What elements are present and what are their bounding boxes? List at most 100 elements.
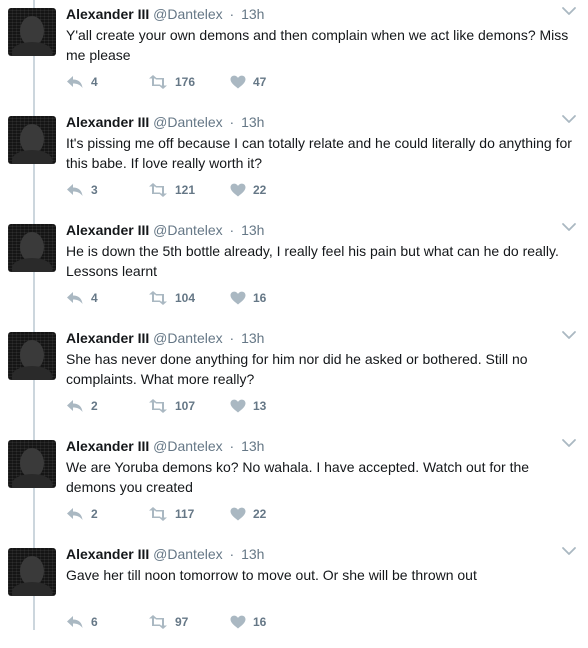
reply-button[interactable]: 4 bbox=[66, 291, 148, 305]
chevron-down-icon[interactable] bbox=[560, 220, 578, 234]
reply-button[interactable]: 4 bbox=[66, 75, 148, 89]
reply-icon bbox=[67, 76, 83, 88]
avatar[interactable] bbox=[8, 224, 56, 272]
tweet-timestamp[interactable]: 13h bbox=[241, 330, 264, 346]
tweet-actions: 2 117 22 bbox=[66, 504, 310, 524]
like-button[interactable]: 13 bbox=[230, 399, 310, 413]
chevron-down-icon[interactable] bbox=[560, 328, 578, 342]
tweet-timestamp[interactable]: 13h bbox=[241, 438, 264, 454]
user-handle[interactable]: @Dantelex bbox=[153, 546, 222, 562]
chevron-down-icon[interactable] bbox=[560, 112, 578, 126]
tweet-actions: 4 176 47 bbox=[66, 72, 310, 92]
display-name[interactable]: Alexander III bbox=[66, 6, 149, 22]
user-handle[interactable]: @Dantelex bbox=[153, 438, 222, 454]
retweet-button[interactable]: 176 bbox=[148, 75, 230, 89]
chevron-down-icon[interactable] bbox=[560, 544, 578, 558]
display-name[interactable]: Alexander III bbox=[66, 114, 149, 130]
tweet-timestamp[interactable]: 13h bbox=[241, 6, 264, 22]
separator-dot: · bbox=[229, 330, 235, 346]
tweet-header: Alexander III @Dantelex · 13h bbox=[66, 437, 264, 455]
retweet-count: 107 bbox=[175, 399, 196, 413]
separator-dot: · bbox=[229, 114, 235, 130]
like-button[interactable]: 22 bbox=[230, 183, 310, 197]
user-handle[interactable]: @Dantelex bbox=[153, 222, 222, 238]
reply-count: 4 bbox=[91, 291, 98, 305]
avatar[interactable] bbox=[8, 440, 56, 488]
reply-button[interactable]: 6 bbox=[66, 615, 148, 629]
like-count: 22 bbox=[253, 507, 267, 521]
user-handle[interactable]: @Dantelex bbox=[153, 6, 222, 22]
like-count: 47 bbox=[253, 75, 267, 89]
reply-count: 6 bbox=[91, 615, 98, 629]
tweet[interactable]: Alexander III @Dantelex · 13h He is down… bbox=[0, 216, 588, 324]
retweet-count: 104 bbox=[175, 291, 196, 305]
reply-button[interactable]: 2 bbox=[66, 399, 148, 413]
separator-dot: · bbox=[229, 222, 235, 238]
retweet-icon bbox=[149, 507, 167, 521]
tweet-header: Alexander III @Dantelex · 13h bbox=[66, 113, 264, 131]
tweet-timestamp[interactable]: 13h bbox=[241, 222, 264, 238]
retweet-count: 117 bbox=[175, 507, 195, 521]
retweet-button[interactable]: 104 bbox=[148, 291, 230, 305]
retweet-count: 121 bbox=[175, 183, 196, 197]
heart-icon bbox=[230, 399, 246, 413]
tweet-header: Alexander III @Dantelex · 13h bbox=[66, 221, 264, 239]
like-count: 13 bbox=[253, 399, 267, 413]
display-name[interactable]: Alexander III bbox=[66, 438, 149, 454]
tweet-actions: 6 97 16 bbox=[66, 612, 310, 632]
reply-button[interactable]: 2 bbox=[66, 507, 148, 521]
tweet-text: Gave her till noon tomorrow to move out.… bbox=[66, 567, 477, 583]
tweet[interactable]: Alexander III @Dantelex · 13h Gave her t… bbox=[0, 540, 588, 648]
like-button[interactable]: 16 bbox=[230, 291, 310, 305]
tweet-text: She has never done anything for him nor … bbox=[66, 351, 528, 387]
retweet-button[interactable]: 117 bbox=[148, 507, 230, 521]
retweet-button[interactable]: 107 bbox=[148, 399, 230, 413]
reply-count: 3 bbox=[91, 183, 98, 197]
heart-icon bbox=[230, 507, 246, 521]
reply-count: 4 bbox=[91, 75, 98, 89]
retweet-count: 176 bbox=[175, 75, 196, 89]
reply-icon bbox=[67, 508, 83, 520]
retweet-count: 97 bbox=[175, 615, 189, 629]
avatar[interactable] bbox=[8, 332, 56, 380]
tweet-actions: 4 104 16 bbox=[66, 288, 310, 308]
tweet[interactable]: Alexander III @Dantelex · 13h Y'all crea… bbox=[0, 0, 588, 108]
reply-button[interactable]: 3 bbox=[66, 183, 148, 197]
reply-count: 2 bbox=[91, 507, 98, 521]
display-name[interactable]: Alexander III bbox=[66, 222, 149, 238]
display-name[interactable]: Alexander III bbox=[66, 546, 149, 562]
avatar[interactable] bbox=[8, 8, 56, 56]
heart-icon bbox=[230, 183, 246, 197]
retweet-button[interactable]: 97 bbox=[148, 615, 230, 629]
display-name[interactable]: Alexander III bbox=[66, 330, 149, 346]
like-button[interactable]: 47 bbox=[230, 75, 310, 89]
tweet[interactable]: Alexander III @Dantelex · 13h We are Yor… bbox=[0, 432, 588, 540]
like-button[interactable]: 22 bbox=[230, 507, 310, 521]
heart-icon bbox=[230, 75, 246, 89]
tweet-actions: 2 107 13 bbox=[66, 396, 310, 416]
tweet-text: We are Yoruba demons ko? No wahala. I ha… bbox=[66, 459, 530, 495]
tweet-text: He is down the 5th bottle already, I rea… bbox=[66, 243, 559, 279]
tweet-timestamp[interactable]: 13h bbox=[241, 114, 264, 130]
tweet-header: Alexander III @Dantelex · 13h bbox=[66, 329, 264, 347]
chevron-down-icon[interactable] bbox=[560, 4, 578, 18]
avatar[interactable] bbox=[8, 116, 56, 164]
like-button[interactable]: 16 bbox=[230, 615, 310, 629]
user-handle[interactable]: @Dantelex bbox=[153, 330, 222, 346]
user-handle[interactable]: @Dantelex bbox=[153, 114, 222, 130]
retweet-icon bbox=[149, 615, 167, 629]
tweet-timestamp[interactable]: 13h bbox=[241, 546, 264, 562]
heart-icon bbox=[230, 291, 246, 305]
separator-dot: · bbox=[229, 6, 235, 22]
like-count: 22 bbox=[253, 183, 267, 197]
separator-dot: · bbox=[229, 546, 235, 562]
avatar[interactable] bbox=[8, 548, 56, 596]
chevron-down-icon[interactable] bbox=[560, 436, 578, 450]
tweet-header: Alexander III @Dantelex · 13h bbox=[66, 545, 264, 563]
tweet-text: It's pissing me off because I can totall… bbox=[66, 135, 572, 171]
tweet[interactable]: Alexander III @Dantelex · 13h She has ne… bbox=[0, 324, 588, 432]
like-count: 16 bbox=[253, 615, 267, 629]
retweet-button[interactable]: 121 bbox=[148, 183, 230, 197]
reply-icon bbox=[67, 292, 83, 304]
tweet[interactable]: Alexander III @Dantelex · 13h It's pissi… bbox=[0, 108, 588, 216]
